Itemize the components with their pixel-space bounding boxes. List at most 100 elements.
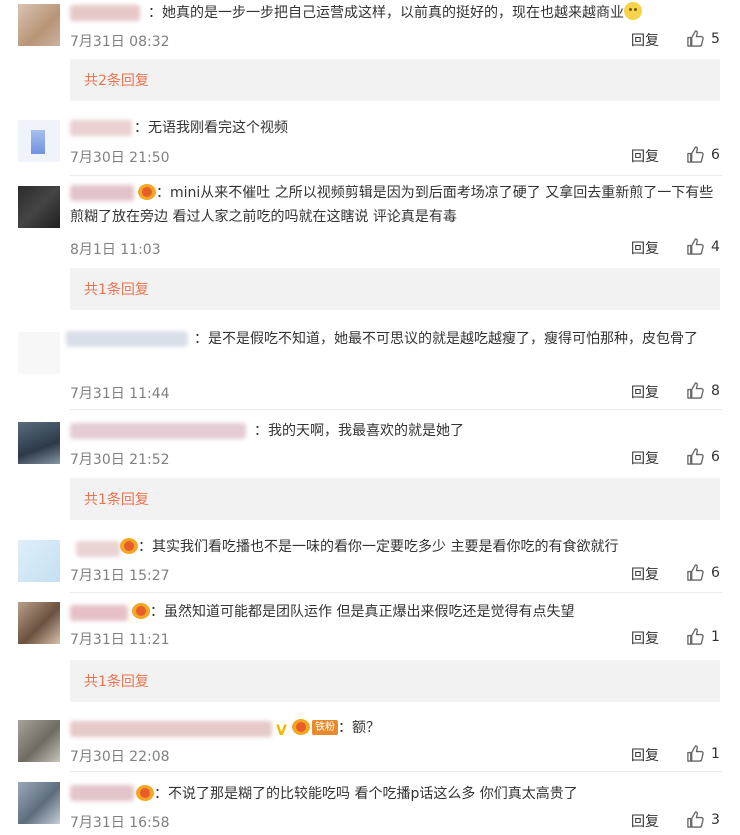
comment-text-content: ：其实我们看吃播也不是一味的看你一定要吃多少 主要是看你吃的有食欲就行 (138, 539, 619, 555)
like-button[interactable]: 3 (686, 810, 720, 829)
comment-item: ：虽然知道可能都是团队运作 但是真正爆出来假吃还是觉得有点失望 7月31日 11… (0, 596, 740, 704)
like-count: 8 (711, 382, 720, 399)
comment-item: ：mini从来不催吐 之所以视频剪辑是因为到后面考场凉了硬了 又拿回去重新煎了一… (0, 176, 740, 316)
avatar[interactable] (18, 332, 60, 374)
like-count: 1 (711, 628, 720, 645)
comment-text: ：她真的是一步一步把自己运营成这样，以前真的挺好的，现在也越来越商业 (148, 1, 722, 25)
like-count: 1 (711, 745, 720, 762)
fan-badge-icon (132, 603, 150, 619)
comment-text-content: ：她真的是一步一步把自己运营成这样，以前真的挺好的，现在也越来越商业 (148, 5, 624, 21)
comment-item: ：是不是假吃不知道，她最不可思议的就是越吃越瘦了，瘦得可怕那种，皮包骨了 7月3… (0, 322, 740, 410)
avatar[interactable] (18, 540, 60, 582)
comment-text: ：无语我刚看完这个视频 (134, 116, 722, 140)
username-blurred[interactable] (70, 423, 246, 439)
like-button[interactable]: 6 (686, 447, 720, 466)
reply-button[interactable]: 回复 (631, 146, 659, 166)
thumbs-up-icon (687, 382, 704, 399)
comment-text-content: ：是不是假吃不知道，她最不可思议的就是越吃越瘦了，瘦得可怕那种，皮包骨了 (194, 331, 698, 347)
username-blurred[interactable] (70, 785, 134, 801)
username-blurred[interactable] (70, 605, 128, 621)
comment-time: 7月30日 21:50 (70, 150, 170, 166)
avatar[interactable] (18, 4, 60, 46)
comment-text-content: ：无语我刚看完这个视频 (134, 120, 288, 136)
comment-text-content: ：额？ (338, 720, 380, 736)
comment-time: 7月31日 16:58 (70, 815, 170, 831)
thumbs-up-icon (687, 30, 704, 47)
username-blurred[interactable] (76, 541, 120, 557)
reply-button[interactable]: 回复 (631, 745, 659, 765)
thumbs-up-icon (687, 745, 704, 762)
like-button[interactable]: 8 (686, 381, 720, 400)
fan-badge-icon (292, 719, 310, 735)
comment-time: 7月30日 22:08 (70, 749, 170, 765)
sub-replies-bar: 共1条回复 (70, 268, 720, 310)
comment-text: ：虽然知道可能都是团队运作 但是真正爆出来假吃还是觉得有点失望 (130, 600, 722, 624)
sub-replies-bar: 共1条回复 (70, 478, 720, 520)
thumbs-up-icon (687, 564, 704, 581)
view-sub-replies-link[interactable]: 共2条回复 (84, 70, 149, 90)
like-count: 5 (711, 30, 720, 47)
divider (70, 771, 722, 772)
comment-text-content: ：我的天啊，我最喜欢的就是她了 (254, 423, 464, 439)
comment-time: 8月1日 11:03 (70, 242, 161, 258)
reply-button[interactable]: 回复 (631, 811, 659, 831)
thumbs-up-icon (687, 238, 704, 255)
thumbs-up-icon (687, 628, 704, 645)
comment-item: V 铁粉 ：额？ 7月30日 22:08 回复 1 (0, 712, 740, 772)
thumbs-up-icon (687, 146, 704, 163)
fan-level-badge: 铁粉 (312, 720, 338, 735)
like-count: 6 (711, 146, 720, 163)
reply-button[interactable]: 回复 (631, 564, 659, 584)
comment-item: ：无语我刚看完这个视频 7月30日 21:50 回复 6 (0, 112, 740, 176)
reply-button[interactable]: 回复 (631, 30, 659, 50)
username-blurred[interactable] (70, 120, 132, 136)
fan-badge-icon (138, 184, 156, 200)
comment-item: ：我的天啊，我最喜欢的就是她了 7月30日 21:52 回复 6 共1条回复 (0, 414, 740, 522)
like-count: 4 (711, 238, 720, 255)
comment-text-content: ：mini从来不催吐 之所以视频剪辑是因为到后面考场凉了硬了 又拿回去重新煎了一… (70, 185, 714, 225)
username-blurred[interactable] (70, 5, 140, 21)
comment-text: ：是不是假吃不知道，她最不可思议的就是越吃越瘦了，瘦得可怕那种，皮包骨了 (70, 327, 722, 351)
fan-badge-icon (136, 785, 154, 801)
like-button[interactable]: 6 (686, 563, 720, 582)
view-sub-replies-link[interactable]: 共1条回复 (84, 489, 149, 509)
comment-text-content: ：不说了那是糊了的比较能吃吗 看个吃播p话这么多 你们真太高贵了 (154, 786, 578, 802)
avatar[interactable] (18, 720, 60, 762)
comment-time: 7月31日 11:44 (70, 386, 170, 402)
username-blurred[interactable] (70, 721, 272, 737)
like-button[interactable]: 6 (686, 145, 720, 164)
like-button[interactable]: 1 (686, 627, 720, 646)
vip-icon: V (276, 723, 287, 739)
like-button[interactable]: 4 (686, 237, 720, 256)
divider (70, 409, 722, 410)
reply-button[interactable]: 回复 (631, 382, 659, 402)
comment-time: 7月31日 11:21 (70, 632, 170, 648)
like-button[interactable]: 5 (686, 29, 720, 48)
reply-button[interactable]: 回复 (631, 238, 659, 258)
reply-button[interactable]: 回复 (631, 448, 659, 468)
view-sub-replies-link[interactable]: 共1条回复 (84, 671, 149, 691)
sub-replies-bar: 共1条回复 (70, 660, 720, 702)
reply-button[interactable]: 回复 (631, 628, 659, 648)
comment-item: ：她真的是一步一步把自己运营成这样，以前真的挺好的，现在也越来越商业 7月31日… (0, 0, 740, 110)
fan-badge-icon (120, 538, 138, 554)
divider (70, 592, 722, 593)
like-button[interactable]: 1 (686, 744, 720, 763)
like-count: 6 (711, 564, 720, 581)
comment-time: 7月31日 15:27 (70, 568, 170, 584)
view-sub-replies-link[interactable]: 共1条回复 (84, 279, 149, 299)
avatar[interactable] (18, 602, 60, 644)
comment-text: V 铁粉 ：额？ (274, 716, 722, 740)
comment-text-content: ：虽然知道可能都是团队运作 但是真正爆出来假吃还是觉得有点失望 (150, 604, 575, 620)
avatar[interactable] (18, 186, 60, 228)
comment-item: ：不说了那是糊了的比较能吃吗 看个吃播p话这么多 你们真太高贵了 7月31日 1… (0, 774, 740, 835)
avatar[interactable] (18, 782, 60, 824)
thumbs-up-icon (687, 448, 704, 465)
avatar[interactable] (18, 422, 60, 464)
like-count: 6 (711, 448, 720, 465)
like-count: 3 (711, 811, 720, 828)
thumbs-up-icon (687, 811, 704, 828)
avatar[interactable] (18, 120, 60, 162)
sub-replies-bar: 共2条回复 (70, 59, 720, 101)
comment-time: 7月30日 21:52 (70, 452, 170, 468)
